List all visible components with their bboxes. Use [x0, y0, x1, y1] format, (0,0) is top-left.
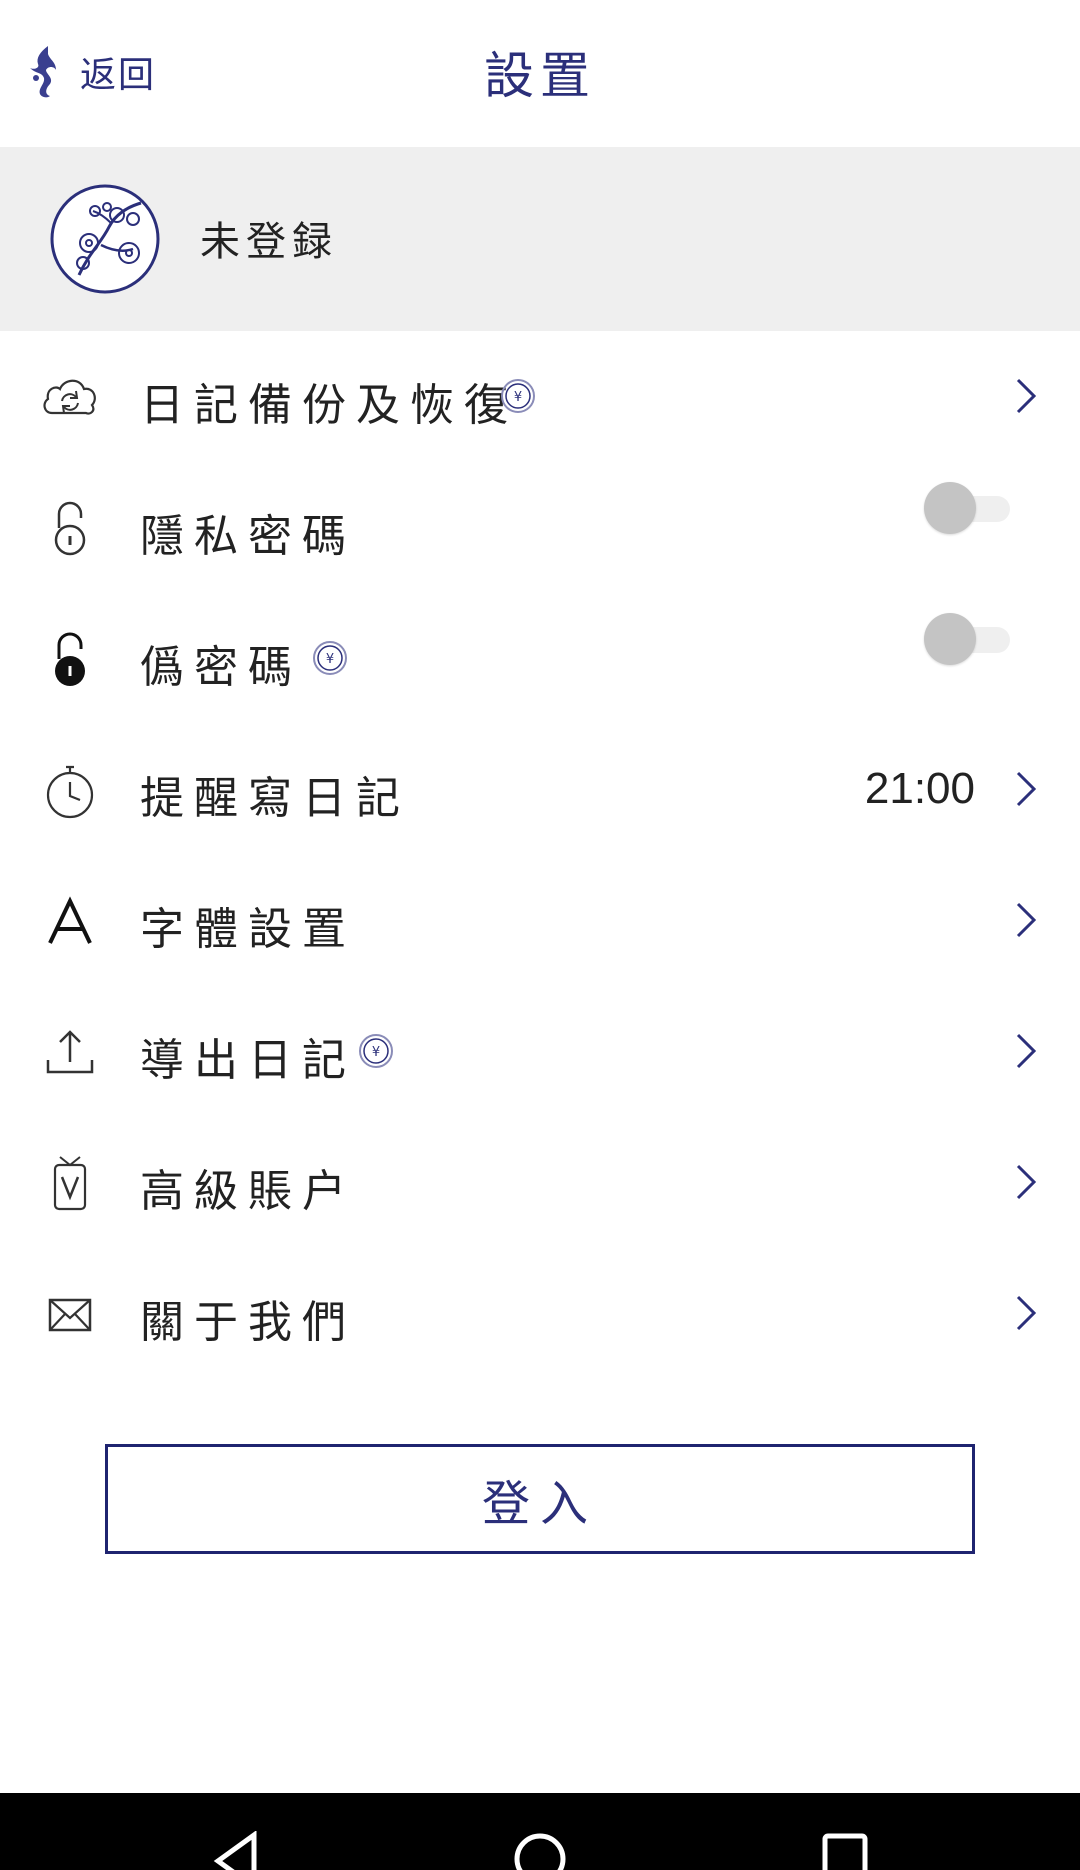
premium-coin-icon: ¥ — [359, 1034, 393, 1068]
setting-font[interactable]: 字體設置 — [0, 855, 1080, 986]
chevron-right-icon — [1016, 1164, 1037, 1200]
setting-label: 導出日記 — [140, 1035, 356, 1086]
chevron-right-icon — [1016, 771, 1037, 807]
chevron-right-icon — [1016, 1033, 1037, 1069]
svg-text:¥: ¥ — [326, 652, 334, 667]
cloud-sync-icon — [43, 379, 96, 415]
top-bar: 返回 設置 — [0, 0, 1080, 147]
svg-text:¥: ¥ — [372, 1045, 380, 1060]
account-status: 未登録 — [200, 219, 338, 265]
setting-label: 隱私密碼 — [140, 511, 356, 562]
toggle-knob — [924, 613, 976, 665]
setting-diary-reminder[interactable]: 提醒寫日記 21:00 — [0, 724, 1080, 855]
unlock-icon — [54, 501, 86, 556]
chevron-right-icon — [1016, 902, 1037, 938]
setting-label: 字體設置 — [140, 904, 356, 955]
setting-privacy-password[interactable]: 隱私密碼 — [0, 462, 1080, 593]
upload-icon — [46, 1030, 94, 1074]
setting-label: 僞密碼 — [140, 642, 302, 693]
setting-backup-restore[interactable]: 日記備份及恢復 ¥ — [0, 331, 1080, 462]
setting-label: 提醒寫日記 — [140, 773, 410, 824]
system-nav-bar — [0, 1793, 1080, 1870]
vip-tag-icon — [53, 1156, 87, 1211]
setting-label: 日記備份及恢復 — [140, 380, 518, 431]
premium-coin-icon: ¥ — [313, 641, 347, 675]
nav-back-icon[interactable] — [210, 1831, 262, 1870]
setting-label: 關于我們 — [140, 1297, 356, 1348]
setting-fake-password[interactable]: 僞密碼 ¥ — [0, 593, 1080, 724]
lock-filled-icon — [55, 632, 85, 686]
setting-label: 高級賬户 — [140, 1166, 356, 1217]
stopwatch-icon — [46, 765, 94, 819]
avatar-plum-blossom-icon — [50, 184, 160, 294]
nav-recents-icon[interactable] — [820, 1831, 870, 1870]
privacy-password-toggle[interactable] — [924, 480, 1012, 536]
login-button[interactable]: 登入 — [105, 1444, 975, 1554]
premium-coin-icon: ¥ — [501, 379, 535, 413]
setting-premium-account[interactable]: 高級賬户 — [0, 1117, 1080, 1248]
mail-icon — [48, 1298, 92, 1332]
setting-export-diary[interactable]: 導出日記 ¥ — [0, 986, 1080, 1117]
account-banner[interactable]: 未登録 — [0, 147, 1080, 331]
nav-home-icon[interactable] — [512, 1831, 568, 1870]
font-icon — [48, 896, 92, 944]
page-title: 設置 — [484, 47, 596, 105]
toggle-knob — [924, 482, 976, 534]
chevron-right-icon — [1016, 1295, 1037, 1331]
setting-about-us[interactable]: 關于我們 — [0, 1248, 1080, 1379]
reminder-time: 21:00 — [864, 764, 975, 813]
fake-password-toggle[interactable] — [924, 611, 1012, 667]
svg-text:¥: ¥ — [514, 390, 522, 405]
chevron-right-icon — [1016, 378, 1037, 414]
